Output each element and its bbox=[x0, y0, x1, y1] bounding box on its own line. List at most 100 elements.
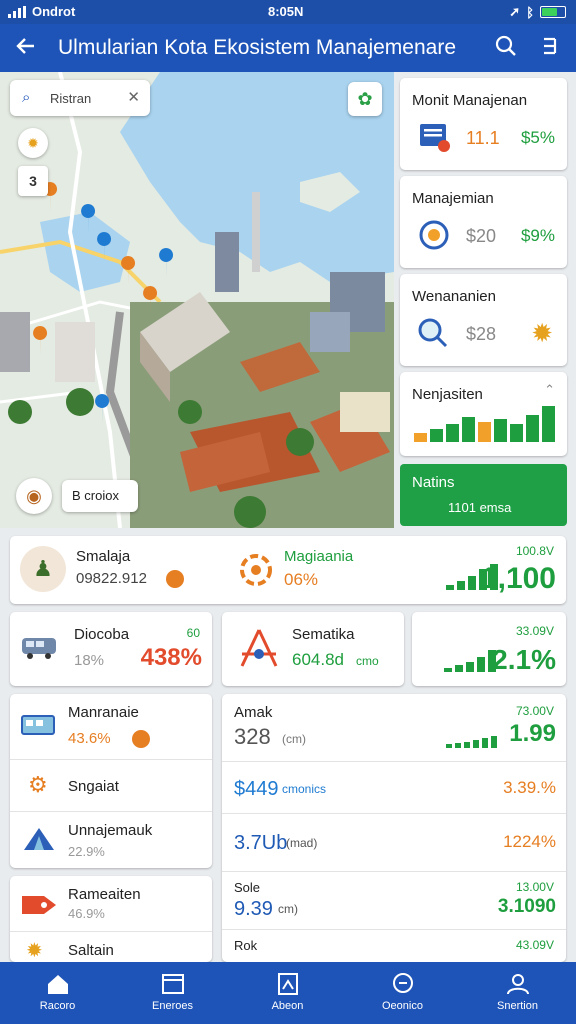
user-value: 09822.912 bbox=[76, 570, 147, 587]
menu-icon bbox=[544, 37, 557, 55]
nav-home[interactable]: Racoro bbox=[0, 962, 115, 1024]
location-arrow-icon: ➚ bbox=[509, 4, 521, 19]
city-map[interactable]: ⌕ ✕ ✿ ✹ 3 ◉ B croiox bbox=[0, 72, 394, 528]
nav-search[interactable]: Oeonico bbox=[345, 962, 460, 1024]
clock: 8:05N bbox=[268, 4, 304, 19]
list-item[interactable]: 3.7Ub (mad) 1224% bbox=[222, 814, 566, 872]
trend-bar bbox=[468, 576, 476, 590]
app-bar: Ulmularian Kota Ekosistem Manajemenare bbox=[0, 24, 576, 72]
nav-calendar[interactable]: Eneroes bbox=[115, 962, 230, 1024]
trend-bar bbox=[466, 662, 474, 672]
list-item-small: 13.00V bbox=[515, 880, 554, 894]
list-item[interactable]: Rok 43.09V bbox=[222, 930, 566, 962]
metric-value: 06% bbox=[284, 570, 319, 589]
stat-card[interactable]: 33.09V 2.1% bbox=[412, 612, 566, 686]
bus-icon bbox=[22, 638, 56, 659]
card-percent: 18% bbox=[74, 652, 105, 669]
route-card[interactable]: Sematika 604.8d cmo bbox=[222, 612, 404, 686]
home-icon bbox=[47, 975, 68, 994]
metric-big: 1,100 bbox=[480, 562, 556, 595]
list-item[interactable]: $449 cmonics 3.39.% bbox=[222, 762, 566, 814]
list-item-unit: (mad) bbox=[286, 836, 318, 850]
map-search-input[interactable] bbox=[50, 88, 122, 108]
list-item-title: Saltain bbox=[68, 942, 114, 959]
sun-icon: ✹ bbox=[26, 940, 43, 962]
chevron-up-icon[interactable]: ⌃ bbox=[544, 382, 555, 398]
metric-small: 100.8V bbox=[515, 544, 554, 558]
card-title: Manajemian bbox=[412, 190, 494, 207]
avatar[interactable]: ◉ bbox=[16, 478, 52, 514]
list-item-title: Rameaiten bbox=[68, 886, 141, 903]
card-value-primary: 11.1 bbox=[466, 128, 500, 148]
card-title: Wenananien bbox=[412, 288, 496, 305]
list-item[interactable]: Sole 9.39 cm) 13.00V 3.1090 bbox=[222, 872, 566, 930]
vehicle-card[interactable]: Diocoba 18% 60 438% bbox=[10, 612, 212, 686]
user-name: Smalaja bbox=[76, 548, 131, 565]
trend-bar bbox=[462, 417, 475, 442]
nav-label: Oeonico bbox=[382, 1000, 423, 1012]
list-item-small: 73.00V bbox=[515, 704, 554, 718]
highlight-card[interactable]: Natins 1101 emsa bbox=[400, 464, 567, 526]
list-item-value: 43.6% bbox=[68, 730, 111, 747]
clipboard-icon bbox=[277, 973, 298, 995]
trend-bar bbox=[478, 422, 491, 442]
search-icon bbox=[495, 35, 516, 56]
summary-card[interactable]: Wenananien $28 ✹ bbox=[400, 274, 567, 366]
trend-bar bbox=[444, 668, 452, 672]
trend-bar bbox=[494, 419, 507, 442]
trend-bar bbox=[430, 429, 443, 442]
carrier-label: Ondrot bbox=[32, 4, 76, 19]
category-list: Rameaiten 46.9% ✹ Saltain bbox=[10, 876, 212, 962]
card-title: Sematika bbox=[292, 626, 355, 643]
list-item[interactable]: ✹ Saltain bbox=[10, 932, 212, 962]
document-icon bbox=[420, 124, 450, 152]
location-button[interactable]: 3 bbox=[18, 166, 48, 196]
nav-clipboard[interactable]: Abeon bbox=[230, 962, 345, 1024]
card-value: 604.8d bbox=[292, 650, 344, 669]
card-value-secondary: $9% bbox=[520, 226, 555, 245]
nav-label: Snertion bbox=[497, 1000, 538, 1012]
trend-card[interactable]: Nenjasiten ⌃ bbox=[400, 372, 567, 456]
list-item-title: Manranaie bbox=[68, 704, 139, 721]
card-value-primary: $20 bbox=[466, 226, 497, 246]
trend-bar bbox=[457, 581, 465, 590]
list-item-title: Amak bbox=[234, 704, 273, 721]
signal-icon bbox=[8, 6, 28, 21]
list-item[interactable]: Manranaie 43.6% bbox=[10, 694, 212, 760]
tag-icon bbox=[22, 896, 56, 914]
list-item-value: $449 bbox=[234, 778, 279, 800]
bus-icon bbox=[21, 715, 55, 735]
search-button[interactable] bbox=[494, 34, 518, 64]
list-item[interactable]: Unnajemauk 22.9% bbox=[10, 812, 212, 868]
search-icon: ⌕ bbox=[22, 89, 31, 106]
list-item-title: Sole bbox=[234, 880, 261, 895]
map-search-box[interactable]: ⌕ ✕ bbox=[10, 80, 150, 116]
layers-button[interactable]: ✿ bbox=[348, 82, 382, 116]
list-item-unit: cm) bbox=[278, 902, 298, 916]
list-item[interactable]: Rameaiten 46.9% bbox=[10, 876, 212, 932]
list-item-value: 9.39 bbox=[234, 898, 273, 920]
map-canvas[interactable] bbox=[0, 72, 394, 528]
list-item[interactable]: Amak 328 (cm) 73.00V 1.99 bbox=[222, 694, 566, 762]
clear-icon[interactable]: ✕ bbox=[127, 88, 140, 106]
category-list: Manranaie 43.6% ⚙ Sngaiat Unnajemauk 22.… bbox=[10, 694, 212, 868]
list-item-big: 3.39.% bbox=[503, 778, 556, 797]
list-item-value: 22.9% bbox=[68, 844, 105, 859]
card-title: Diocoba bbox=[74, 626, 130, 643]
compass-button[interactable]: ✹ bbox=[18, 128, 48, 158]
back-button[interactable] bbox=[14, 34, 38, 65]
list-item[interactable]: ⚙ Sngaiat bbox=[10, 760, 212, 812]
status-bar: Ondrot 8:05N ➚ ᛒ bbox=[0, 0, 576, 24]
summary-card[interactable]: Manajemian $20 $9% bbox=[400, 176, 567, 268]
nav-label: Eneroes bbox=[152, 1000, 193, 1012]
list-item-value: 328 bbox=[234, 724, 271, 749]
overview-card[interactable]: ♟ Smalaja 09822.912 Magiaania 06% 100.8V… bbox=[10, 536, 566, 604]
map-chip[interactable]: B croiox bbox=[62, 480, 138, 512]
sun-icon: ✹ bbox=[531, 318, 553, 348]
trend-bars bbox=[446, 736, 497, 748]
menu-button[interactable] bbox=[540, 34, 560, 64]
nav-profile[interactable]: Snertion bbox=[460, 962, 575, 1024]
gear-icon: ⚙ bbox=[28, 772, 48, 797]
summary-card[interactable]: Monit Manajenan 11.1 $5% bbox=[400, 78, 567, 170]
bottom-navigation: Racoro Eneroes Abeon Oeonico Snertion bbox=[0, 962, 576, 1024]
